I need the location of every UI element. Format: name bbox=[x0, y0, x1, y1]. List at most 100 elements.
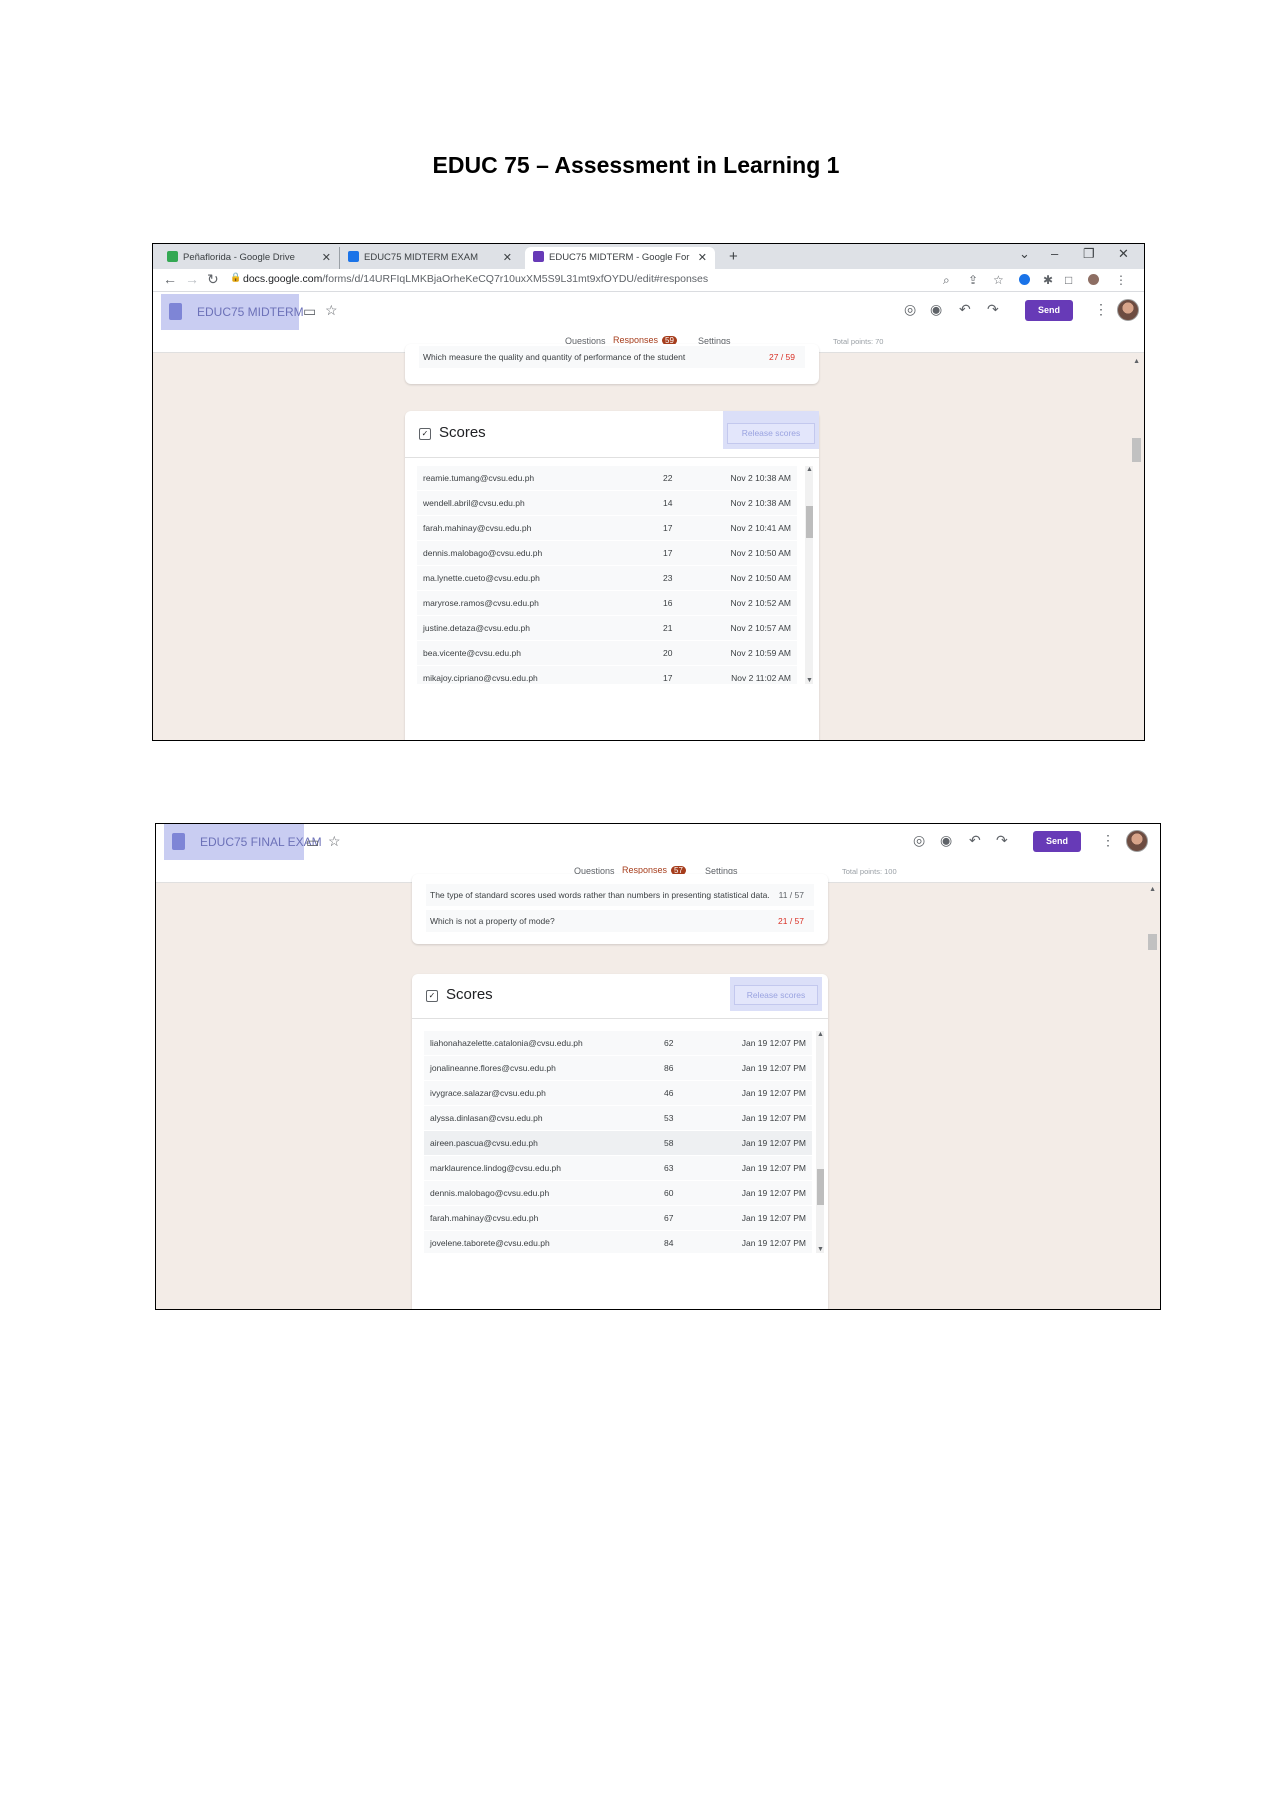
send-button[interactable]: Send bbox=[1033, 831, 1081, 852]
responses-scrollbar[interactable]: ▲ ▼ bbox=[805, 466, 813, 684]
responses-list: liahonahazelette.catalonia@cvsu.edu.ph 62… bbox=[424, 1031, 812, 1253]
total-points: Total points: 70 bbox=[833, 337, 884, 346]
scores-card: ✓ Scores Release scores liahonahazelette.… bbox=[412, 974, 828, 1309]
redo-icon[interactable]: ↷ bbox=[996, 832, 1008, 849]
page-scroll-up-icon[interactable]: ▲ bbox=[1133, 358, 1140, 365]
table-row[interactable]: alyssa.dinlasan@cvsu.edu.ph 53 Jan 19 12:0… bbox=[424, 1106, 812, 1131]
questions-card: The type of standard scores used words r… bbox=[412, 874, 828, 944]
table-row[interactable]: dennis.malobago@cvsu.edu.ph 60 Jan 19 12:0… bbox=[424, 1181, 812, 1206]
side-panel-icon[interactable]: □ bbox=[1065, 273, 1072, 287]
forms-icon bbox=[172, 833, 185, 850]
star-icon[interactable]: ☆ bbox=[325, 302, 338, 319]
page-scroll-thumb[interactable] bbox=[1148, 934, 1157, 950]
question-row[interactable]: The type of standard scores used words r… bbox=[426, 884, 814, 906]
total-points: Total points: 100 bbox=[842, 867, 897, 876]
zoom-icon[interactable]: ⌕ bbox=[943, 273, 950, 288]
back-icon[interactable]: ← bbox=[163, 271, 177, 287]
reload-icon[interactable]: ↻ bbox=[207, 271, 219, 288]
table-row[interactable]: liahonahazelette.catalonia@cvsu.edu.ph 62… bbox=[424, 1031, 812, 1056]
table-row[interactable]: ma.lynette.cueto@cvsu.edu.ph 23 Nov 2 10:5… bbox=[417, 566, 797, 591]
palette-icon[interactable]: ◎ bbox=[913, 832, 925, 849]
share-icon[interactable]: ⇪ bbox=[968, 273, 978, 287]
question-score: 11 / 57 bbox=[778, 890, 804, 900]
release-scores-button[interactable]: Release scores bbox=[734, 985, 818, 1005]
divider bbox=[405, 457, 819, 458]
table-row[interactable]: reamie.tumang@cvsu.edu.ph 22 Nov 2 10:38 A… bbox=[417, 466, 797, 491]
release-scores-button[interactable]: Release scores bbox=[727, 423, 815, 444]
extensions-puzzle-icon[interactable]: ✱ bbox=[1043, 273, 1053, 287]
document-title: EDUC 75 – Assessment in Learning 1 bbox=[432, 152, 840, 178]
profile-avatar[interactable] bbox=[1088, 274, 1099, 285]
close-icon[interactable]: ✕ bbox=[503, 247, 512, 269]
url-field[interactable]: docs.google.com/forms/d/14URFIqLMKBjaOrh… bbox=[243, 273, 708, 285]
browser-tab-exam[interactable]: EDUC75 MIDTERM EXAM ✕ bbox=[339, 247, 520, 269]
menu-dots-icon[interactable]: ⋮ bbox=[1115, 273, 1127, 287]
browser-tab-drive[interactable]: Peñaflorida - Google Drive ✕ bbox=[159, 247, 339, 269]
table-row[interactable]: aireen.pascua@cvsu.edu.ph 58 Jan 19 12:07 … bbox=[424, 1131, 812, 1156]
star-icon[interactable]: ☆ bbox=[328, 833, 341, 850]
question-row[interactable]: Which is not a property of mode? 21 / 57 bbox=[426, 910, 814, 932]
forward-icon[interactable]: → bbox=[185, 271, 199, 287]
undo-icon[interactable]: ↶ bbox=[969, 832, 981, 849]
checkbox-icon: ✓ bbox=[426, 990, 438, 1002]
bookmark-star-icon[interactable]: ☆ bbox=[993, 273, 1004, 287]
close-window-icon[interactable]: ✕ bbox=[1118, 246, 1129, 262]
question-text: The type of standard scores used words r… bbox=[430, 890, 770, 900]
avatar[interactable] bbox=[1126, 830, 1148, 852]
forms-icon bbox=[169, 303, 182, 320]
folder-icon[interactable]: ▭ bbox=[303, 303, 316, 320]
tab-label: EDUC75 MIDTERM EXAM bbox=[364, 252, 479, 263]
table-row[interactable]: jovelene.taborete@cvsu.edu.ph 84 Jan 19 12… bbox=[424, 1231, 812, 1253]
doc-name: EDUC75 MIDTERM bbox=[197, 305, 304, 319]
forms-header: EDUC75 MIDTERM ▭ ☆ ◎ ◉ ↶ ↷ Send ⋮ bbox=[153, 292, 1144, 334]
table-row[interactable]: wendell.abril@cvsu.edu.ph 14 Nov 2 10:38 A… bbox=[417, 491, 797, 516]
preview-eye-icon[interactable]: ◉ bbox=[940, 832, 952, 849]
restore-icon[interactable]: ❐ bbox=[1083, 246, 1095, 262]
close-icon[interactable]: ✕ bbox=[322, 247, 331, 269]
more-options-icon[interactable]: ⋮ bbox=[1101, 832, 1115, 849]
page-scroll-thumb[interactable] bbox=[1132, 438, 1141, 462]
tab-search-icon[interactable]: ⌄ bbox=[1019, 246, 1030, 262]
scroll-up-icon[interactable]: ▲ bbox=[817, 1031, 824, 1038]
avatar[interactable] bbox=[1117, 299, 1139, 321]
doc-title-chip[interactable]: EDUC75 MIDTERM bbox=[161, 294, 304, 330]
responses-scrollbar[interactable]: ▲ ▼ bbox=[816, 1031, 824, 1253]
midterm-screenshot: Peñaflorida - Google Drive ✕ EDUC75 MIDT… bbox=[152, 243, 1145, 741]
page-scroll-up-icon[interactable]: ▲ bbox=[1149, 886, 1156, 893]
table-row[interactable]: ivygrace.salazar@cvsu.edu.ph 46 Jan 19 12:… bbox=[424, 1081, 812, 1106]
extension-icon[interactable] bbox=[1019, 274, 1030, 285]
redo-icon[interactable]: ↷ bbox=[987, 301, 999, 318]
question-score: 27 / 59 bbox=[769, 352, 795, 362]
divider bbox=[412, 1018, 828, 1019]
doc-title-chip[interactable]: EDUC75 FINAL EXAM bbox=[164, 824, 322, 860]
minimize-icon[interactable]: – bbox=[1051, 246, 1058, 261]
table-row[interactable]: jonalineanne.flores@cvsu.edu.ph 86 Jan 19 … bbox=[424, 1056, 812, 1081]
question-text: Which measure the quality and quantity o… bbox=[423, 352, 686, 362]
scroll-up-icon[interactable]: ▲ bbox=[806, 466, 813, 473]
scores-card: ✓ Scores Release scores reamie.tumang@cvs… bbox=[405, 411, 819, 740]
more-options-icon[interactable]: ⋮ bbox=[1094, 301, 1108, 318]
send-button[interactable]: Send bbox=[1025, 300, 1073, 321]
table-row[interactable]: dennis.malobago@cvsu.edu.ph 17 Nov 2 10:50… bbox=[417, 541, 797, 566]
close-icon[interactable]: ✕ bbox=[698, 247, 707, 269]
table-row[interactable]: farah.mahinay@cvsu.edu.ph 67 Jan 19 12:07 … bbox=[424, 1206, 812, 1231]
undo-icon[interactable]: ↶ bbox=[959, 301, 971, 318]
table-row[interactable]: mikajoy.cipriano@cvsu.edu.ph 17 Nov 2 11:0… bbox=[417, 666, 797, 684]
question-row[interactable]: Which measure the quality and quantity o… bbox=[419, 346, 805, 368]
lock-icon: 🔒 bbox=[230, 272, 242, 282]
folder-icon[interactable]: ▭ bbox=[306, 834, 319, 851]
table-row[interactable]: justine.detaza@cvsu.edu.ph 21 Nov 2 10:57 … bbox=[417, 616, 797, 641]
forms-icon bbox=[533, 251, 544, 262]
table-row[interactable]: farah.mahinay@cvsu.edu.ph 17 Nov 2 10:41 A… bbox=[417, 516, 797, 541]
table-row[interactable]: maryrose.ramos@cvsu.edu.ph 16 Nov 2 10:52 … bbox=[417, 591, 797, 616]
scroll-thumb[interactable] bbox=[817, 1169, 824, 1205]
table-row[interactable]: marklaurence.lindog@cvsu.edu.ph 63 Jan 19 … bbox=[424, 1156, 812, 1181]
scroll-down-icon[interactable]: ▼ bbox=[817, 1246, 824, 1253]
browser-tab-forms[interactable]: EDUC75 MIDTERM - Google For ✕ bbox=[525, 247, 715, 269]
new-tab-button[interactable]: + bbox=[729, 247, 738, 267]
scroll-thumb[interactable] bbox=[806, 506, 813, 538]
palette-icon[interactable]: ◎ bbox=[904, 301, 916, 318]
preview-eye-icon[interactable]: ◉ bbox=[930, 301, 942, 318]
table-row[interactable]: bea.vicente@cvsu.edu.ph 20 Nov 2 10:59 AM bbox=[417, 641, 797, 666]
scroll-down-icon[interactable]: ▼ bbox=[806, 677, 813, 684]
